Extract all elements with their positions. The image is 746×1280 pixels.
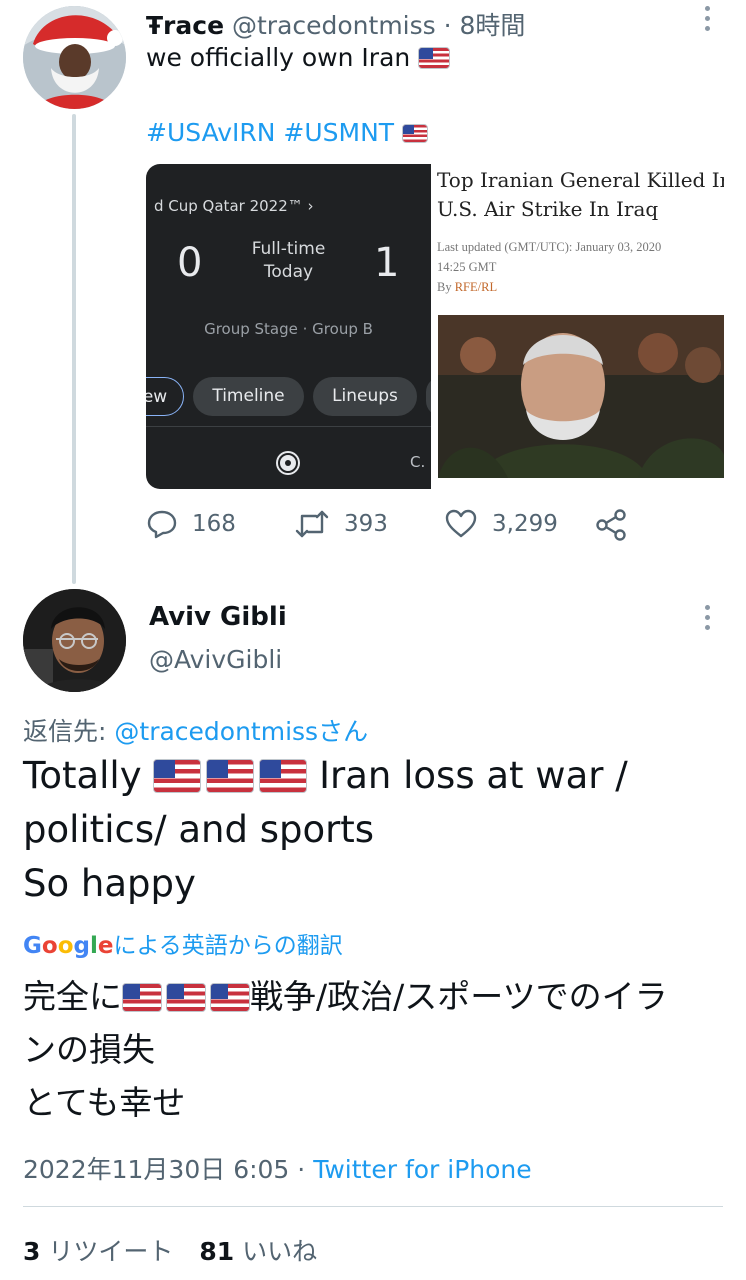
- us-flag-icon: [153, 759, 202, 793]
- tweet-text: we officially own Iran: [146, 43, 451, 72]
- soccer-ball-icon: [278, 453, 298, 473]
- news-headline: Top Iranian General Killed In U.S. Air S…: [437, 166, 724, 224]
- chip-lineups: Lineups: [313, 377, 417, 416]
- reply-text-word1: Totally: [23, 754, 142, 797]
- reply-to-label: 返信先:: [23, 717, 107, 746]
- author-name[interactable]: Ŧrace: [146, 11, 224, 40]
- news-headline-line2: U.S. Air Strike In Iraq: [437, 197, 659, 221]
- news-updated-line1: Last updated (GMT/UTC): January 03, 2020: [437, 240, 662, 254]
- avatar-aviv-gibli[interactable]: [23, 589, 126, 692]
- tweet-stats: 3 リツイート 81 いいね: [23, 1232, 317, 1268]
- reply-text-line1: Totally Iran loss at war /: [23, 749, 723, 803]
- away-score: 1: [374, 240, 400, 286]
- retweet-icon: [295, 510, 329, 538]
- us-flag-icon: [402, 124, 429, 143]
- status-full-time: Full-time: [251, 239, 326, 259]
- news-byline: By RFE/RL: [437, 280, 497, 295]
- share-icon: [596, 509, 626, 541]
- avatar-trace[interactable]: [23, 6, 126, 109]
- reply-text-line2: politics/ and sports: [23, 808, 375, 851]
- chip-partial: [426, 377, 431, 416]
- retweet-total: 3: [23, 1237, 41, 1266]
- competition-label: d Cup Qatar 2022™ ›: [154, 197, 314, 215]
- tweet-metadata: 2022年11月30日 6:05 · Twitter for iPhone: [23, 1150, 532, 1186]
- news-headline-line1: Top Iranian General Killed In: [437, 168, 724, 192]
- reply-count: 168: [192, 511, 236, 537]
- stats-divider: [23, 1206, 723, 1207]
- like-icon: [445, 509, 477, 538]
- reply-to-mention[interactable]: @tracedontmissさん: [114, 717, 368, 746]
- tweet-header: Ŧrace @tracedontmiss · 8時間: [146, 6, 525, 42]
- meta-separator: ·: [297, 1155, 306, 1184]
- retweet-count: 393: [344, 511, 388, 537]
- us-flag-icon: [418, 47, 451, 69]
- tweet-hashtags[interactable]: #USAvIRN #USMNT: [146, 118, 429, 147]
- media-image-news[interactable]: Top Iranian General Killed In U.S. Air S…: [434, 164, 724, 489]
- hashtag-links[interactable]: #USAvIRN #USMNT: [146, 118, 394, 147]
- news-updated-line2: 14:25 GMT: [437, 260, 497, 274]
- us-flag-icon: [210, 983, 250, 1012]
- reply-text-rest1: Iran loss at war /: [319, 754, 628, 797]
- like-count: 3,299: [492, 511, 558, 537]
- match-status: Full-time Today: [241, 238, 336, 284]
- tweet-client[interactable]: Twitter for iPhone: [313, 1155, 531, 1184]
- reply-text-line3: So happy: [23, 862, 196, 905]
- like-stat-label: いいね: [242, 1237, 318, 1266]
- news-photo: [438, 315, 724, 478]
- share-button[interactable]: [594, 508, 628, 542]
- thread-connector-line: [72, 114, 76, 584]
- reply-author-name[interactable]: Aviv Gibli: [149, 602, 287, 632]
- tweet-text-content: we officially own Iran: [146, 43, 411, 72]
- home-score: 0: [177, 240, 203, 286]
- translation-label: による英語からの翻訳: [113, 933, 343, 959]
- trans-rest1: 戦争/政治/スポーツでのイラ: [250, 977, 668, 1016]
- trans-line3: とても幸せ: [23, 1083, 186, 1122]
- status-today: Today: [263, 262, 314, 282]
- translation-attribution[interactable]: Googleによる英語からの翻訳: [23, 926, 343, 960]
- google-logo: Google: [23, 933, 114, 959]
- us-flag-icon: [259, 759, 308, 793]
- chip-overview: ew: [146, 377, 184, 416]
- scorecard-divider: [146, 426, 431, 427]
- chip-timeline: Timeline: [193, 377, 304, 416]
- more-icon[interactable]: [700, 6, 714, 32]
- reply-tweet-text: Totally Iran loss at war / politics/ and…: [23, 749, 723, 911]
- media-image-scorecard[interactable]: d Cup Qatar 2022™ › 0 Full-time Today 1 …: [146, 164, 431, 489]
- news-by-label: By: [437, 280, 452, 294]
- trans-word1: 完全に: [23, 977, 122, 1016]
- reply-author-handle[interactable]: @AvivGibli: [149, 645, 282, 674]
- trans-line2: ンの損失: [23, 1030, 155, 1069]
- likes-stat[interactable]: 81 いいね: [199, 1237, 317, 1266]
- us-flag-icon: [206, 759, 255, 793]
- retweets-stat[interactable]: 3 リツイート: [23, 1237, 173, 1266]
- author-handle[interactable]: @tracedontmiss: [232, 11, 436, 40]
- like-total: 81: [199, 1237, 235, 1266]
- tweet-time[interactable]: 8時間: [460, 11, 526, 40]
- tweet-action-bar: 168 393 3,299: [146, 508, 646, 548]
- us-flag-icon: [166, 983, 206, 1012]
- more-icon[interactable]: [700, 605, 714, 631]
- translated-text: 完全に 戦争/政治/スポーツでのイラ ンの損失 とても幸せ: [23, 970, 723, 1129]
- news-source: RFE/RL: [454, 280, 498, 294]
- tweet-timestamp[interactable]: 2022年11月30日 6:05: [23, 1155, 289, 1184]
- header-separator: ·: [443, 11, 452, 40]
- news-updated: Last updated (GMT/UTC): January 03, 2020…: [437, 237, 661, 277]
- like-button[interactable]: 3,299: [444, 508, 558, 540]
- reply-button[interactable]: 168: [146, 508, 236, 540]
- group-stage-label: Group Stage · Group B: [204, 320, 373, 338]
- trans-line1: 完全に 戦争/政治/スポーツでのイラ: [23, 970, 723, 1023]
- retweet-stat-label: リツイート: [48, 1237, 174, 1266]
- reply-icon: [147, 510, 177, 539]
- trailing-label: C.: [410, 453, 426, 471]
- reply-to-line: 返信先: @tracedontmissさん: [23, 712, 368, 748]
- retweet-button[interactable]: 393: [294, 508, 388, 540]
- us-flag-icon: [122, 983, 162, 1012]
